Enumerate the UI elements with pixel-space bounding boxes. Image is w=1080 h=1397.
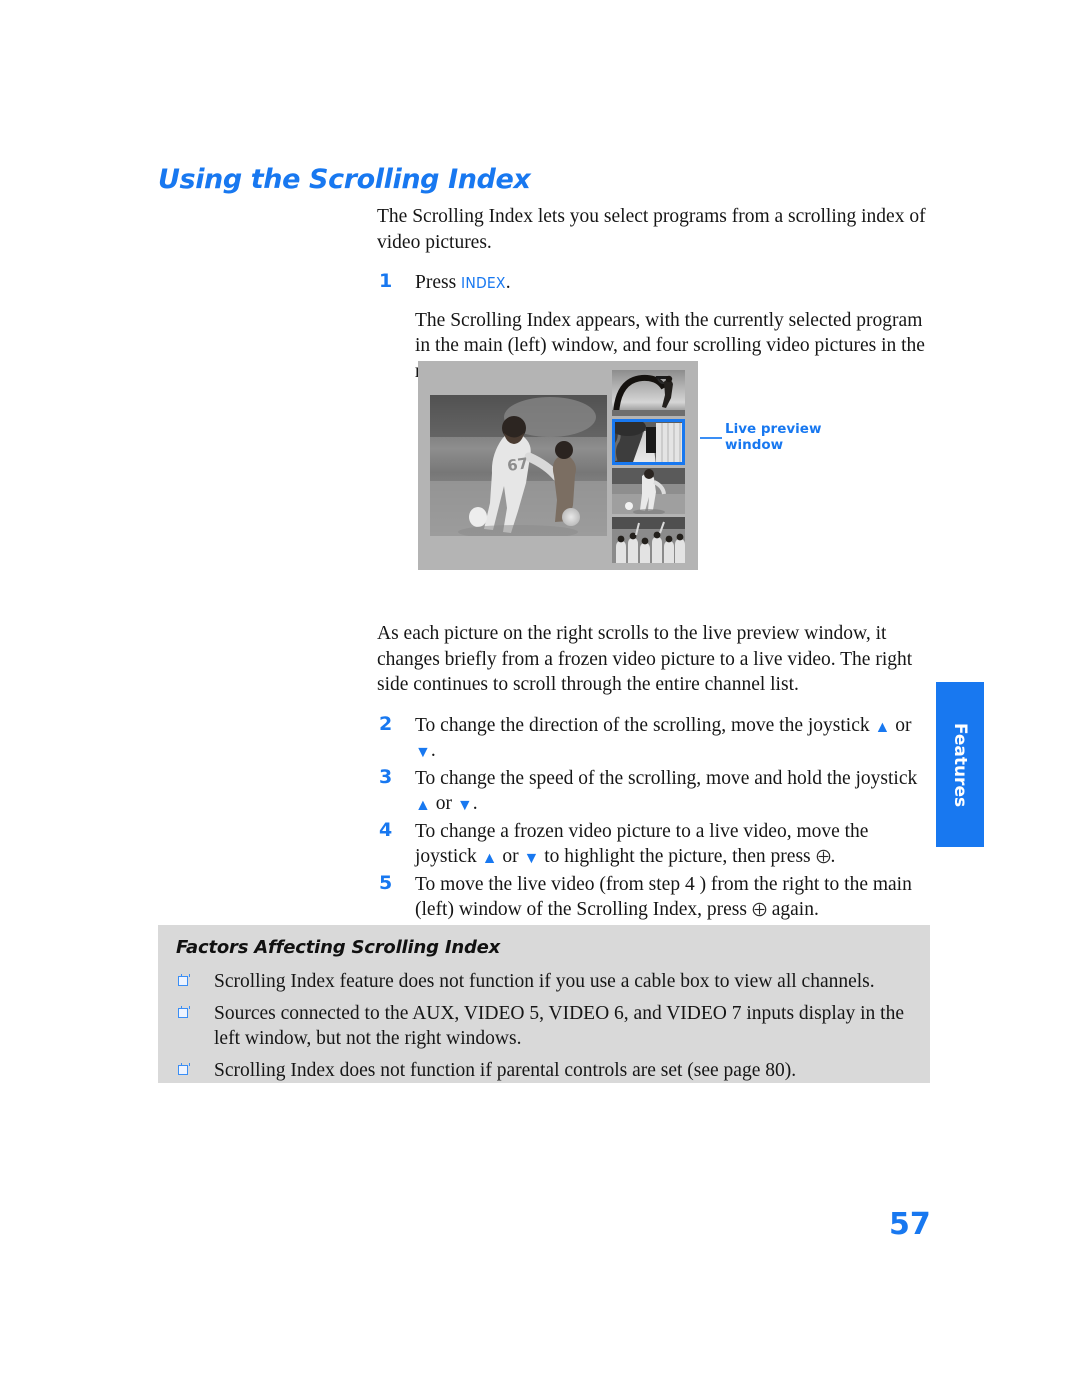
square-bullet-icon xyxy=(178,974,190,986)
step-4-number: 4 xyxy=(379,818,393,841)
svg-text:67: 67 xyxy=(506,454,529,475)
notes-box-title: Factors Affecting Scrolling Index xyxy=(176,937,501,958)
select-button-icon xyxy=(816,849,831,864)
step-3-number: 3 xyxy=(379,765,393,788)
step-2-text-b: or xyxy=(890,714,912,736)
step-4-text-b: or xyxy=(497,846,524,867)
step-3: 3 To change the speed of the scrolling, … xyxy=(377,766,929,817)
step-2-text-a: To change the direction of the scrolling… xyxy=(415,714,875,736)
step-3-text-a: To change the speed of the scrolling, mo… xyxy=(415,767,918,789)
select-button-icon xyxy=(752,902,767,917)
step-2: 2 To change the direction of the scrolli… xyxy=(377,713,929,764)
note-item-2-text: Sources connected to the AUX, VIDEO 5, V… xyxy=(214,1002,904,1050)
step-5-number: 5 xyxy=(379,871,393,894)
note-item-2: Sources connected to the AUX, VIDEO 5, V… xyxy=(176,1001,914,1052)
soccer-player-photo xyxy=(612,468,685,514)
step-2-number: 2 xyxy=(379,712,393,735)
thumbnail-4[interactable] xyxy=(612,517,685,563)
factors-notes-box: Factors Affecting Scrolling Index Scroll… xyxy=(158,925,930,1083)
step-4-text-d: . xyxy=(830,846,836,867)
side-tab-label: Features xyxy=(950,722,970,807)
step-3-text-b: or xyxy=(430,793,457,814)
thumbnail-strip xyxy=(612,370,685,566)
main-window-picture: 67 xyxy=(430,395,607,536)
after-figure-paragraph: As each picture on the right scrolls to … xyxy=(377,623,913,695)
notes-bullet-list: Scrolling Index feature does not functio… xyxy=(176,969,914,1085)
index-key-label: INDEX xyxy=(461,274,506,292)
thumbnail-3[interactable] xyxy=(612,468,685,514)
intro-paragraph: The Scrolling Index lets you select prog… xyxy=(377,206,926,253)
side-tab-features: Features xyxy=(936,682,984,847)
step-1: 1 Press INDEX. xyxy=(377,270,929,297)
step-4-text-c: to highlight the picture, then press xyxy=(539,846,816,867)
step-4: 4 To change a frozen video picture to a … xyxy=(377,819,929,870)
page-title: Using the Scrolling Index xyxy=(158,164,531,195)
street-path-photo xyxy=(612,419,685,465)
step-5: 5 To move the live video (from step 4 ) … xyxy=(377,872,929,923)
main-content-column: The Scrolling Index lets you select prog… xyxy=(377,204,929,998)
callout-leader-line xyxy=(700,437,722,439)
note-item-3-text: Scrolling Index does not function if par… xyxy=(214,1059,797,1081)
note-item-3: Scrolling Index does not function if par… xyxy=(176,1058,914,1084)
step-1-text-after: . xyxy=(505,272,511,293)
scrolling-index-figure: 67 xyxy=(418,361,698,570)
step-1-number: 1 xyxy=(379,270,393,292)
thumbnail-2-live-preview[interactable] xyxy=(612,419,685,465)
note-item-1-text: Scrolling Index feature does not functio… xyxy=(214,971,875,992)
step-3-text-c: . xyxy=(472,793,478,814)
step-2-text-c: . xyxy=(430,740,436,761)
joystick-up-icon: ▲ xyxy=(481,850,498,867)
callout-label-live-preview-window: Live preview window xyxy=(725,421,822,453)
joystick-down-icon: ▼ xyxy=(415,744,431,761)
joystick-up-icon: ▲ xyxy=(874,718,891,736)
joystick-down-icon: ▼ xyxy=(456,797,473,814)
step-5-text-b: again. xyxy=(766,899,819,920)
basketball-hoop-photo xyxy=(612,370,685,416)
note-item-1: Scrolling Index feature does not functio… xyxy=(176,969,914,995)
step-1-text-before: Press xyxy=(415,272,462,293)
joystick-up-icon: ▲ xyxy=(415,797,431,814)
step-5-text-a: To move the live video (from step 4 ) fr… xyxy=(415,873,912,921)
crowd-photo xyxy=(612,517,685,563)
joystick-down-icon: ▼ xyxy=(523,850,540,867)
page-number: 57 xyxy=(889,1207,931,1242)
football-player-photo: 67 xyxy=(430,395,607,536)
square-bullet-icon xyxy=(178,1005,190,1018)
thumbnail-1[interactable] xyxy=(612,370,685,416)
square-bullet-icon xyxy=(178,1062,190,1075)
